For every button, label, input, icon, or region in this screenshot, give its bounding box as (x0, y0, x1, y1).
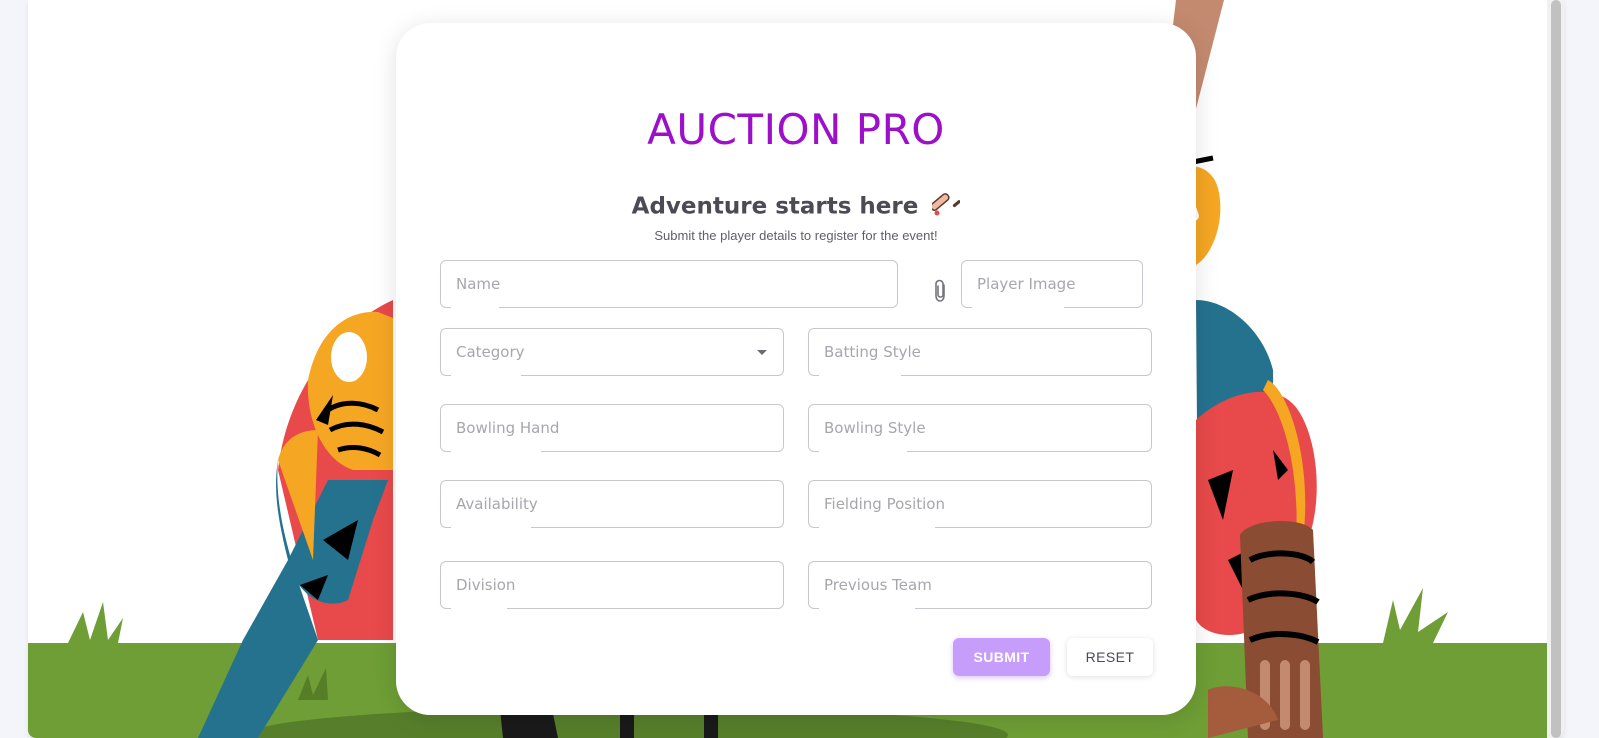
scrollbar[interactable] (1547, 0, 1564, 738)
availability-placeholder: Availability (456, 495, 538, 513)
name-placeholder: Name (456, 275, 501, 293)
division-placeholder: Division (456, 576, 516, 594)
submit-button[interactable]: SUBMIT (953, 638, 1050, 676)
batting-style-input[interactable]: Batting Style (808, 328, 1152, 376)
paperclip-icon[interactable] (930, 278, 952, 304)
availability-input[interactable]: Availability (440, 480, 784, 528)
category-select[interactable]: Category (440, 328, 784, 376)
brand-title: AUCTION PRO (647, 105, 945, 154)
fielding-position-input[interactable]: Fielding Position (808, 480, 1152, 528)
cricket-bat-icon (930, 190, 962, 224)
form-heading-text: Adventure starts here (631, 193, 919, 220)
name-input[interactable]: Name (440, 260, 898, 308)
bowling-style-placeholder: Bowling Style (824, 419, 926, 437)
category-placeholder: Category (456, 343, 525, 361)
division-input[interactable]: Division (440, 561, 784, 609)
fielding-position-placeholder: Fielding Position (824, 495, 945, 513)
batting-style-placeholder: Batting Style (824, 343, 921, 361)
chevron-down-icon (757, 350, 767, 355)
player-image-input[interactable]: Player Image (961, 260, 1143, 308)
bowling-hand-placeholder: Bowling Hand (456, 419, 560, 437)
previous-team-placeholder: Previous Team (824, 576, 932, 594)
scrollbar-thumb[interactable] (1551, 0, 1561, 738)
bowling-style-input[interactable]: Bowling Style (808, 404, 1152, 452)
previous-team-input[interactable]: Previous Team (808, 561, 1152, 609)
form-heading: Adventure starts here (396, 190, 1196, 224)
player-image-placeholder: Player Image (977, 275, 1076, 293)
form-subtitle: Submit the player details to register fo… (654, 228, 938, 243)
reset-button[interactable]: RESET (1067, 638, 1153, 676)
registration-card: AUCTION PRO Adventure starts here Submit… (396, 23, 1196, 715)
bowling-hand-input[interactable]: Bowling Hand (440, 404, 784, 452)
